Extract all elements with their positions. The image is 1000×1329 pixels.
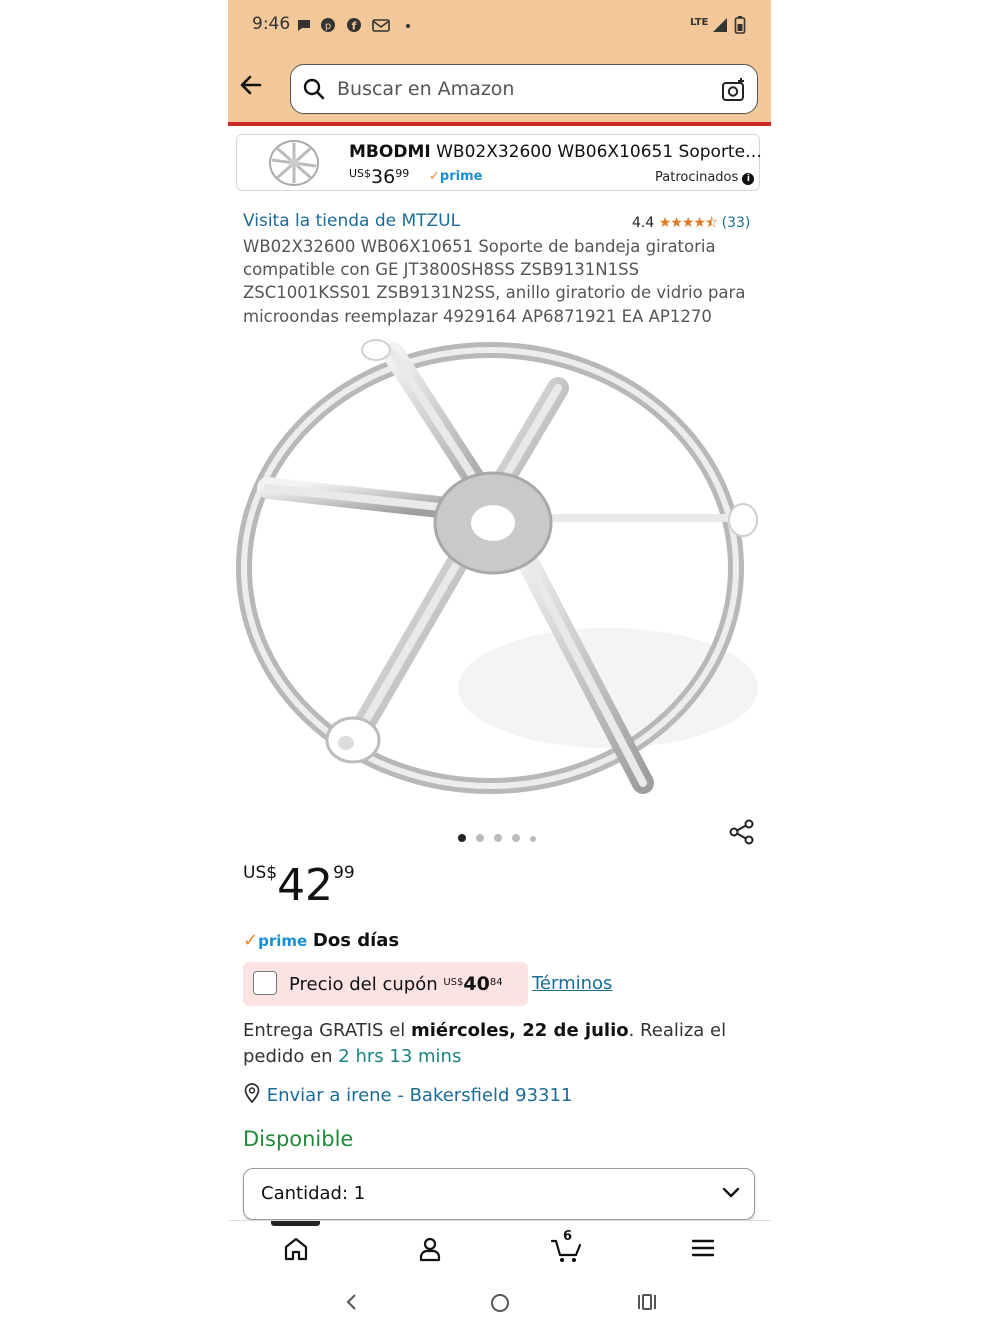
home-icon[interactable] [282, 1235, 310, 1267]
app-header: 9:46 p f LTE Buscar en Amazon [228, 0, 771, 122]
coupon-label: Precio del cupón US$4084 [289, 973, 503, 995]
signal-icon [712, 17, 728, 37]
product-price: US$4299 [243, 860, 355, 911]
svg-text:f: f [352, 20, 357, 33]
mail-notification-icon [372, 17, 390, 37]
back-arrow-icon[interactable] [238, 72, 264, 104]
prime-check-icon: ✓ [243, 930, 259, 951]
svg-text:p: p [325, 21, 331, 32]
availability-status: Disponible [243, 1127, 354, 1151]
rating-value: 4.4 [632, 215, 655, 231]
system-navigation-bar [228, 1280, 771, 1329]
prime-delivery: ✓prime Dos días [243, 930, 399, 951]
sponsored-price-cents: 99 [395, 167, 410, 180]
price-currency: US$ [243, 863, 278, 883]
sponsored-price-whole: 36 [371, 166, 396, 188]
menu-icon[interactable] [690, 1235, 716, 1265]
store-link[interactable]: Visita la tienda de MTZUL [243, 211, 460, 231]
carousel-dot[interactable] [458, 834, 466, 842]
share-icon[interactable] [728, 818, 756, 850]
rating-summary[interactable]: 4.4 ★★★★⯪ (33) [632, 212, 750, 236]
more-notifications-dot-icon [404, 17, 412, 37]
ship-to-text: Enviar a irene - Bakersfield 93311 [266, 1085, 573, 1106]
system-home-icon[interactable] [489, 1292, 511, 1318]
price-cents: 99 [333, 863, 355, 883]
rating-stars: ★★★★⯪ [658, 215, 718, 231]
coupon-terms-link[interactable]: Términos [532, 973, 612, 994]
image-carousel-dots[interactable] [458, 827, 546, 846]
prime-delivery-speed: Dos días [312, 930, 400, 951]
review-count: (33) [721, 215, 751, 231]
sponsored-product-thumbnail [267, 138, 321, 192]
cart-icon[interactable]: 6 [550, 1229, 584, 1269]
sponsored-price: US$3699 [349, 166, 409, 188]
coupon-label-text: Precio del cupón [289, 974, 444, 995]
sponsored-price-currency: US$ [349, 167, 372, 180]
carousel-dot[interactable] [530, 836, 536, 842]
delivery-prefix: Entrega GRATIS el [243, 1020, 411, 1041]
location-pin-icon [243, 1083, 261, 1106]
sponsored-title: MBODMI WB02X32600 WB06X10651 Soporte… [349, 142, 762, 162]
facebook-notification-icon: f [346, 17, 362, 37]
prime-check-icon: ✓ [429, 169, 440, 184]
sponsored-prime-badge: ✓prime [429, 169, 482, 184]
quantity-label: Cantidad: 1 [261, 1183, 366, 1204]
phone-screen: 9:46 p f LTE Buscar en Amazon MBODMI WB0… [228, 0, 771, 1329]
chevron-down-icon [722, 1185, 740, 1204]
ship-to-link[interactable]: Enviar a irene - Bakersfield 93311 [243, 1083, 572, 1106]
quantity-select[interactable]: Cantidad: 1 [243, 1168, 755, 1220]
sponsored-label-text: Patrocinados [655, 170, 739, 185]
coupon-box[interactable]: Precio del cupón US$4084 [243, 962, 528, 1006]
camera-search-icon[interactable] [721, 77, 747, 107]
search-placeholder: Buscar en Amazon [337, 78, 515, 100]
delivery-date: miércoles, 22 de julio [411, 1020, 629, 1041]
network-type: LTE [690, 17, 709, 28]
system-back-icon[interactable] [344, 1292, 358, 1316]
product-image[interactable] [228, 328, 771, 798]
cart-count-badge: 6 [563, 1229, 573, 1244]
prime-logo: prime [258, 932, 308, 950]
coupon-price-cents: 84 [489, 977, 503, 988]
bottom-navigation: 6 [228, 1220, 771, 1281]
pinterest-notification-icon: p [320, 17, 336, 37]
active-tab-indicator [271, 1221, 320, 1226]
system-recents-icon[interactable] [636, 1292, 658, 1316]
sponsored-label[interactable]: Patrocinados i [655, 170, 755, 185]
product-title: WB02X32600 WB06X10651 Soporte de bandeja… [243, 237, 746, 326]
header-divider [228, 122, 771, 126]
coupon-currency: US$ [443, 977, 464, 988]
status-time: 9:46 [252, 14, 291, 34]
carousel-dot[interactable] [476, 834, 484, 842]
coupon-checkbox[interactable] [253, 971, 277, 995]
search-input[interactable]: Buscar en Amazon [290, 64, 758, 114]
sponsored-title-text: WB02X32600 WB06X10651 Soporte… [430, 142, 763, 162]
info-icon: i [742, 173, 755, 185]
delivery-info: Entrega GRATIS el miércoles, 22 de julio… [243, 1018, 753, 1070]
account-icon[interactable] [416, 1235, 444, 1267]
carousel-dot[interactable] [512, 834, 520, 842]
carousel-dot[interactable] [494, 834, 502, 842]
price-whole: 42 [277, 860, 334, 911]
delivery-countdown: 2 hrs 13 mins [338, 1046, 462, 1067]
coupon-price-whole: 40 [463, 973, 490, 995]
battery-icon [734, 15, 746, 39]
message-notification-icon [296, 17, 312, 37]
sponsored-brand: MBODMI [349, 142, 431, 162]
sponsored-prime-text: prime [439, 169, 483, 184]
sponsored-product-banner[interactable]: MBODMI WB02X32600 WB06X10651 Soporte… US… [236, 134, 762, 192]
search-icon [303, 78, 325, 104]
